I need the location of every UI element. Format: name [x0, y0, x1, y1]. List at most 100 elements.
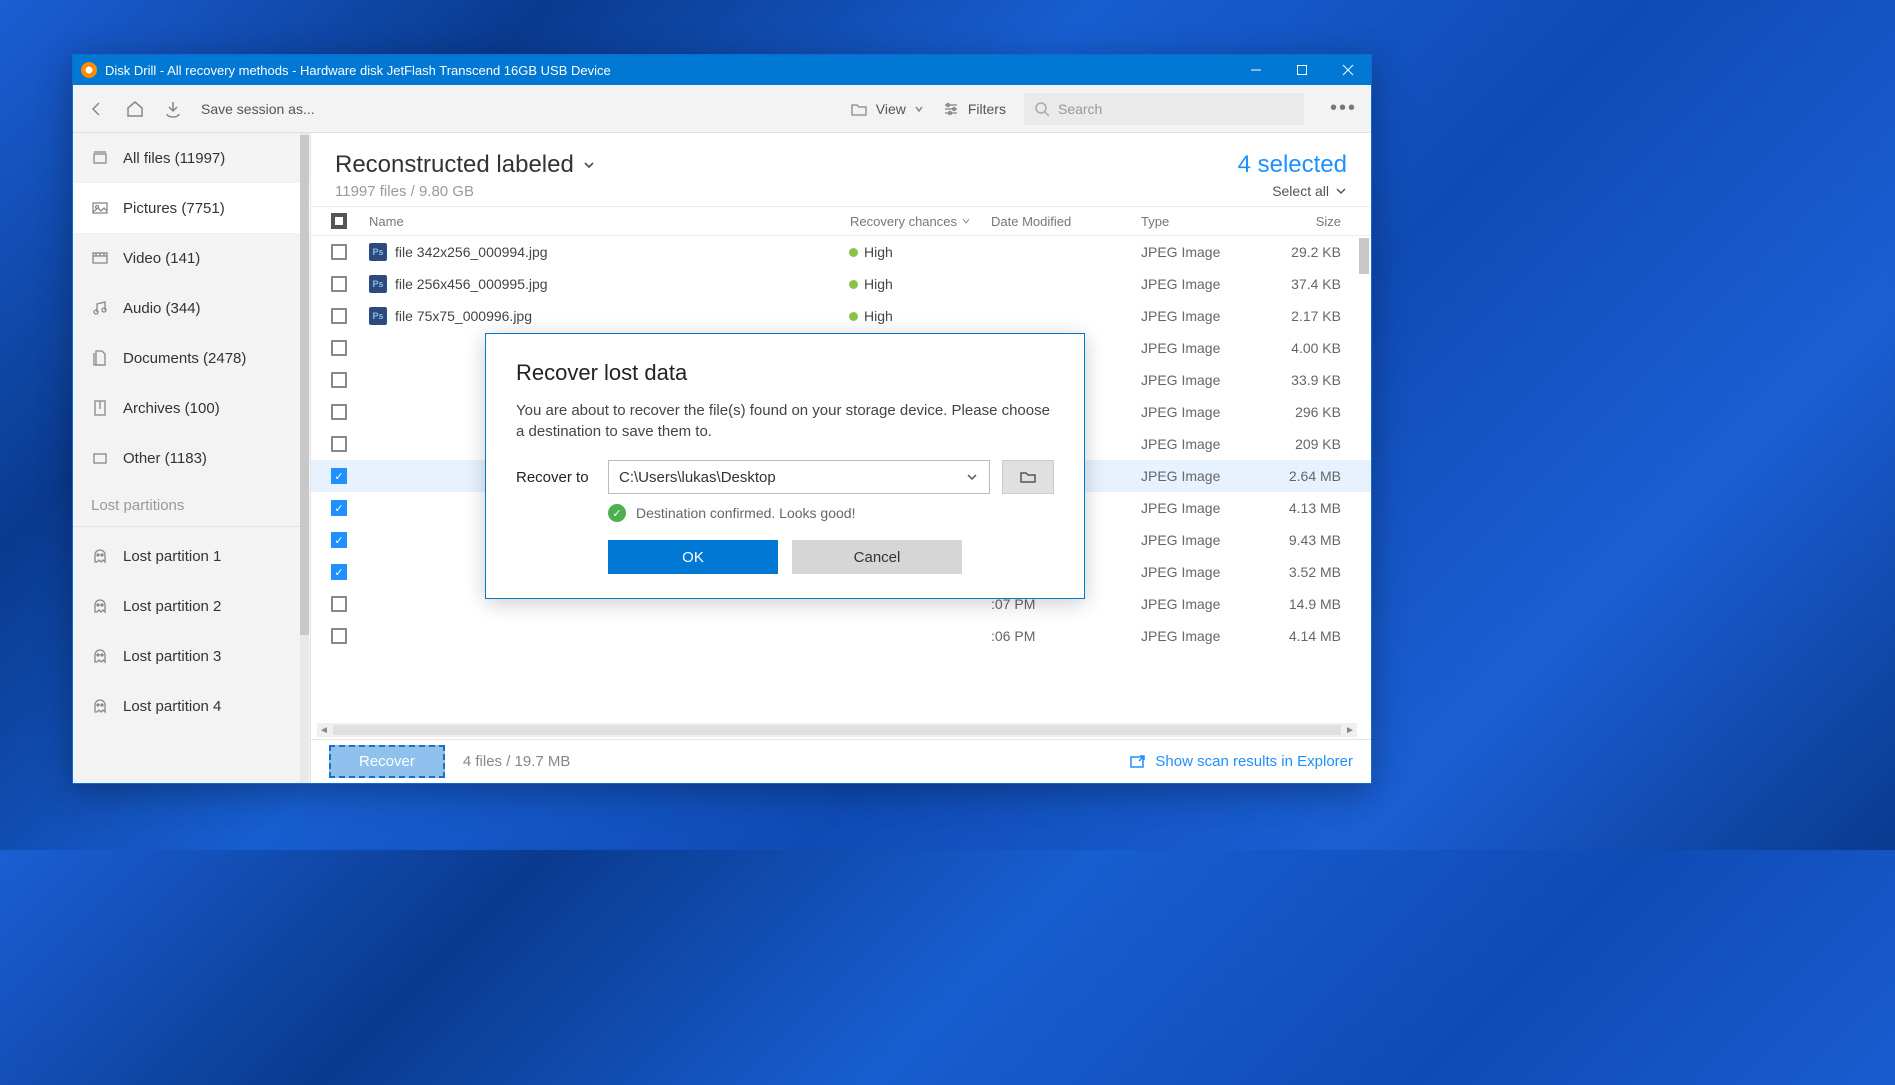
rows-scrollbar[interactable]: [1359, 238, 1369, 719]
row-checkbox[interactable]: ✓: [331, 564, 347, 580]
file-name: file 342x256_000994.jpg: [395, 244, 548, 260]
table-row[interactable]: Psfile 256x456_000995.jpg High JPEG Imag…: [311, 268, 1371, 300]
window-title: Disk Drill - All recovery methods - Hard…: [105, 63, 1233, 78]
cell-size: 33.9 KB: [1261, 372, 1371, 388]
row-checkbox[interactable]: ✓: [331, 532, 347, 548]
sidebar-item-other[interactable]: Other (1183): [73, 433, 310, 483]
col-chance[interactable]: Recovery chances: [841, 214, 981, 229]
row-checkbox[interactable]: ✓: [331, 500, 347, 516]
ps-icon: Ps: [369, 243, 387, 261]
dialog-buttons: OK Cancel: [516, 540, 1054, 574]
sidebar-item-all-files[interactable]: All files (11997): [73, 133, 310, 183]
recover-to-label: Recover to: [516, 469, 596, 486]
sidebar-item-archives[interactable]: Archives (100): [73, 383, 310, 433]
row-checkbox[interactable]: [331, 244, 347, 260]
cell-date: :06 PM: [981, 628, 1131, 644]
filters-button[interactable]: Filters: [942, 100, 1006, 118]
rows-scrollbar-thumb[interactable]: [1359, 238, 1369, 274]
row-checkbox[interactable]: [331, 372, 347, 388]
dialog-title: Recover lost data: [516, 360, 1054, 386]
col-name[interactable]: Name: [361, 214, 841, 229]
ghost-icon: [91, 697, 109, 715]
chance-label: High: [864, 244, 893, 260]
stack-icon: [91, 149, 109, 167]
sidebar-item-lost-3[interactable]: Lost partition 3: [73, 631, 310, 681]
row-checkbox[interactable]: [331, 308, 347, 324]
view-dropdown[interactable]: View: [850, 100, 924, 118]
row-checkbox[interactable]: [331, 436, 347, 452]
ps-icon: Ps: [369, 307, 387, 325]
cell-type: JPEG Image: [1131, 276, 1261, 292]
close-button[interactable]: [1325, 55, 1371, 85]
col-size[interactable]: Size: [1261, 214, 1371, 229]
main-heading[interactable]: Reconstructed labeled: [335, 151, 596, 179]
file-name: file 75x75_000996.jpg: [395, 308, 532, 324]
select-all-button[interactable]: Select all: [1238, 183, 1347, 199]
cell-size: 296 KB: [1261, 404, 1371, 420]
window-controls: [1233, 55, 1371, 85]
sidebar-scrollbar-thumb[interactable]: [300, 135, 309, 635]
ghost-icon: [91, 647, 109, 665]
main-sub: 11997 files / 9.80 GB: [335, 183, 596, 200]
app-window: Disk Drill - All recovery methods - Hard…: [72, 54, 1372, 784]
audio-icon: [91, 299, 109, 317]
cell-type: JPEG Image: [1131, 500, 1261, 516]
select-all-checkbox[interactable]: [331, 213, 347, 229]
row-checkbox[interactable]: [331, 404, 347, 420]
selection-info: 4 files / 19.7 MB: [463, 753, 571, 770]
footer: Recover 4 files / 19.7 MB Show scan resu…: [311, 739, 1371, 783]
dialog-body: You are about to recover the file(s) fou…: [516, 400, 1054, 442]
recover-button[interactable]: Recover: [329, 745, 445, 778]
horizontal-scrollbar[interactable]: ◄►: [317, 723, 1357, 737]
table-row[interactable]: Psfile 75x75_000996.jpg High JPEG Image …: [311, 300, 1371, 332]
sidebar-item-audio[interactable]: Audio (344): [73, 283, 310, 333]
save-session-button[interactable]: Save session as...: [201, 101, 315, 117]
recover-dialog: Recover lost data You are about to recov…: [485, 333, 1085, 599]
row-checkbox[interactable]: ✓: [331, 468, 347, 484]
maximize-button[interactable]: [1279, 55, 1325, 85]
sidebar-item-video[interactable]: Video (141): [73, 233, 310, 283]
titlebar: Disk Drill - All recovery methods - Hard…: [73, 55, 1371, 85]
folder-icon: [850, 100, 868, 118]
app-icon: [81, 62, 97, 78]
search-input[interactable]: Search: [1024, 93, 1304, 125]
destination-dropdown[interactable]: C:\Users\lukas\Desktop: [608, 460, 990, 494]
row-checkbox[interactable]: [331, 628, 347, 644]
chance-label: High: [864, 276, 893, 292]
sidebar-scrollbar[interactable]: [300, 133, 309, 783]
table-row[interactable]: :06 PM JPEG Image 4.14 MB: [311, 620, 1371, 652]
sidebar-item-documents[interactable]: Documents (2478): [73, 333, 310, 383]
back-button[interactable]: [87, 99, 107, 119]
chevron-down-icon: [965, 470, 979, 484]
chevron-down-icon: [1335, 185, 1347, 197]
cell-type: JPEG Image: [1131, 628, 1261, 644]
search-icon: [1034, 101, 1050, 117]
sidebar-item-pictures[interactable]: Pictures (7751): [73, 183, 310, 233]
row-checkbox[interactable]: [331, 340, 347, 356]
table-row[interactable]: Psfile 342x256_000994.jpg High JPEG Imag…: [311, 236, 1371, 268]
sidebar-item-lost-4[interactable]: Lost partition 4: [73, 681, 310, 731]
chevron-down-icon: [961, 216, 971, 226]
row-checkbox[interactable]: [331, 276, 347, 292]
ok-button[interactable]: OK: [608, 540, 778, 574]
row-checkbox[interactable]: [331, 596, 347, 612]
col-date[interactable]: Date Modified: [981, 214, 1131, 229]
sidebar-item-lost-1[interactable]: Lost partition 1: [73, 531, 310, 581]
col-type[interactable]: Type: [1131, 214, 1261, 229]
cell-size: 14.9 MB: [1261, 596, 1371, 612]
show-in-explorer-link[interactable]: Show scan results in Explorer: [1129, 753, 1353, 771]
minimize-button[interactable]: [1233, 55, 1279, 85]
sidebar-divider: [73, 526, 310, 527]
main-header: Reconstructed labeled 11997 files / 9.80…: [311, 133, 1371, 206]
sidebar-item-lost-2[interactable]: Lost partition 2: [73, 581, 310, 631]
destination-confirmed: ✓ Destination confirmed. Looks good!: [608, 504, 1054, 522]
download-icon[interactable]: [163, 99, 183, 119]
cell-type: JPEG Image: [1131, 596, 1261, 612]
cancel-button[interactable]: Cancel: [792, 540, 962, 574]
cell-size: 29.2 KB: [1261, 244, 1371, 260]
home-button[interactable]: [125, 99, 145, 119]
cell-size: 4.14 MB: [1261, 628, 1371, 644]
cell-size: 4.13 MB: [1261, 500, 1371, 516]
browse-button[interactable]: [1002, 460, 1054, 494]
more-menu[interactable]: •••: [1330, 97, 1357, 120]
